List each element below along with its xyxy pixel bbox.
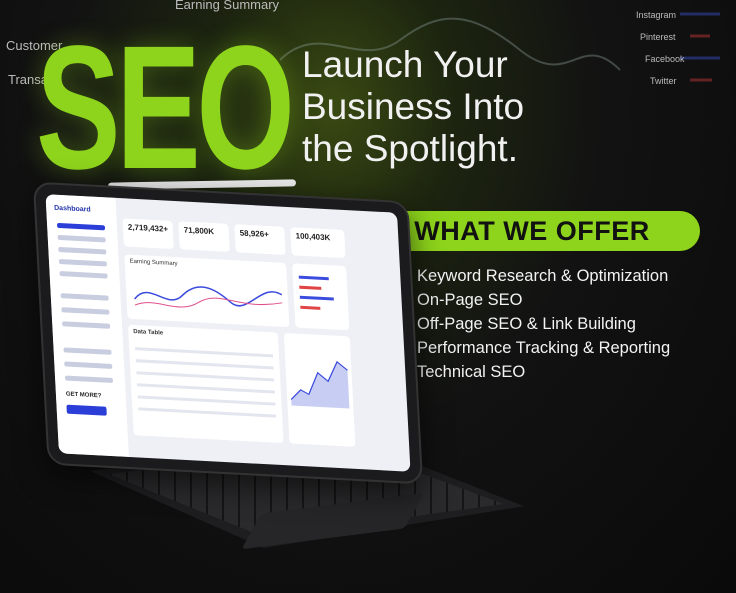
offer-item: Keyword Research & Optimization (400, 264, 670, 288)
sidebar-item (61, 307, 110, 315)
social-bar (299, 285, 322, 290)
social-bar (300, 305, 321, 310)
kpi-card: 2,719,432+ (122, 218, 174, 250)
dashboard-sidebar: Dashboard GET MORE? (45, 194, 129, 457)
offer-item: On-Page SEO (400, 288, 670, 312)
tablet-device: Dashboard GET MORE? 2,719,432+ 71,800K 5… (32, 181, 424, 485)
sidebar-item (62, 321, 111, 329)
sidebar-item (58, 258, 108, 267)
mini-chart-panel (283, 332, 356, 447)
sidebar-item (60, 293, 109, 301)
sidebar-item (64, 375, 114, 384)
kpi-value: 2,719,432+ (127, 222, 169, 234)
table-row (138, 407, 277, 418)
kpi-card: 100,403K (290, 227, 346, 259)
offer-item-label: Keyword Research & Optimization (417, 266, 669, 285)
dashboard-logo: Dashboard (54, 204, 91, 214)
offer-item: Off-Page SEO & Link Building (400, 312, 670, 336)
kpi-value: 71,800K (183, 225, 215, 237)
offer-item: Technical SEO (400, 360, 670, 384)
kpi-card: 58,926+ (234, 224, 286, 255)
sidebar-item (58, 246, 107, 255)
tagline: Launch Your Business Into the Spotlight. (302, 44, 582, 170)
tablet-screen: Dashboard GET MORE? 2,719,432+ 71,800K 5… (45, 194, 411, 472)
offer-item-label: Technical SEO (417, 362, 526, 381)
tagline-line-3: the Spotlight. (302, 128, 518, 169)
social-bar (299, 295, 334, 301)
sidebar-item (57, 234, 106, 243)
seo-headline: SEO (36, 10, 295, 206)
bg-label-instagram: Instagram (636, 10, 677, 20)
offer-item-label: On-Page SEO (417, 290, 523, 309)
sidebar-item (56, 222, 106, 231)
bg-label-facebook: Facebook (645, 54, 685, 64)
seo-ad-banner: Earning Summary Customer Transa Instagra… (0, 0, 736, 593)
data-table-panel: Data Table (127, 324, 284, 444)
sidebar-item (63, 347, 112, 355)
offer-list: Keyword Research & Optimization On-Page … (400, 264, 670, 384)
table-row (136, 371, 275, 382)
tagline-line-2: Business Into (302, 86, 525, 127)
kpi-value: 58,926+ (239, 228, 270, 240)
bg-label-pinterest: Pinterest (640, 32, 676, 42)
what-we-offer-banner: WHAT WE OFFER (364, 211, 700, 251)
offer-item-label: Off-Page SEO & Link Building (417, 314, 636, 333)
sidebar-cta-button (66, 404, 107, 416)
earning-line-chart (133, 286, 283, 308)
social-bar (298, 275, 329, 281)
table-row (135, 359, 274, 370)
sidebar-item (59, 271, 108, 279)
earning-summary-panel: Earning Summary (124, 254, 290, 328)
tagline-line-1: Launch Your (302, 44, 508, 85)
sidebar-cta-text: GET MORE? (65, 391, 102, 400)
table-row (137, 395, 276, 406)
offer-item: Performance Tracking & Reporting (400, 336, 670, 360)
kpi-card: 71,800K (178, 221, 230, 252)
sidebar-item (64, 361, 113, 369)
kpi-value: 100,403K (295, 231, 331, 243)
table-row (135, 347, 274, 358)
bg-label-twitter: Twitter (650, 76, 677, 86)
social-panel (292, 263, 350, 331)
table-row (137, 383, 275, 394)
panel-title: Data Table (133, 329, 164, 337)
mini-area-chart (290, 360, 350, 409)
offer-item-label: Performance Tracking & Reporting (417, 338, 671, 357)
